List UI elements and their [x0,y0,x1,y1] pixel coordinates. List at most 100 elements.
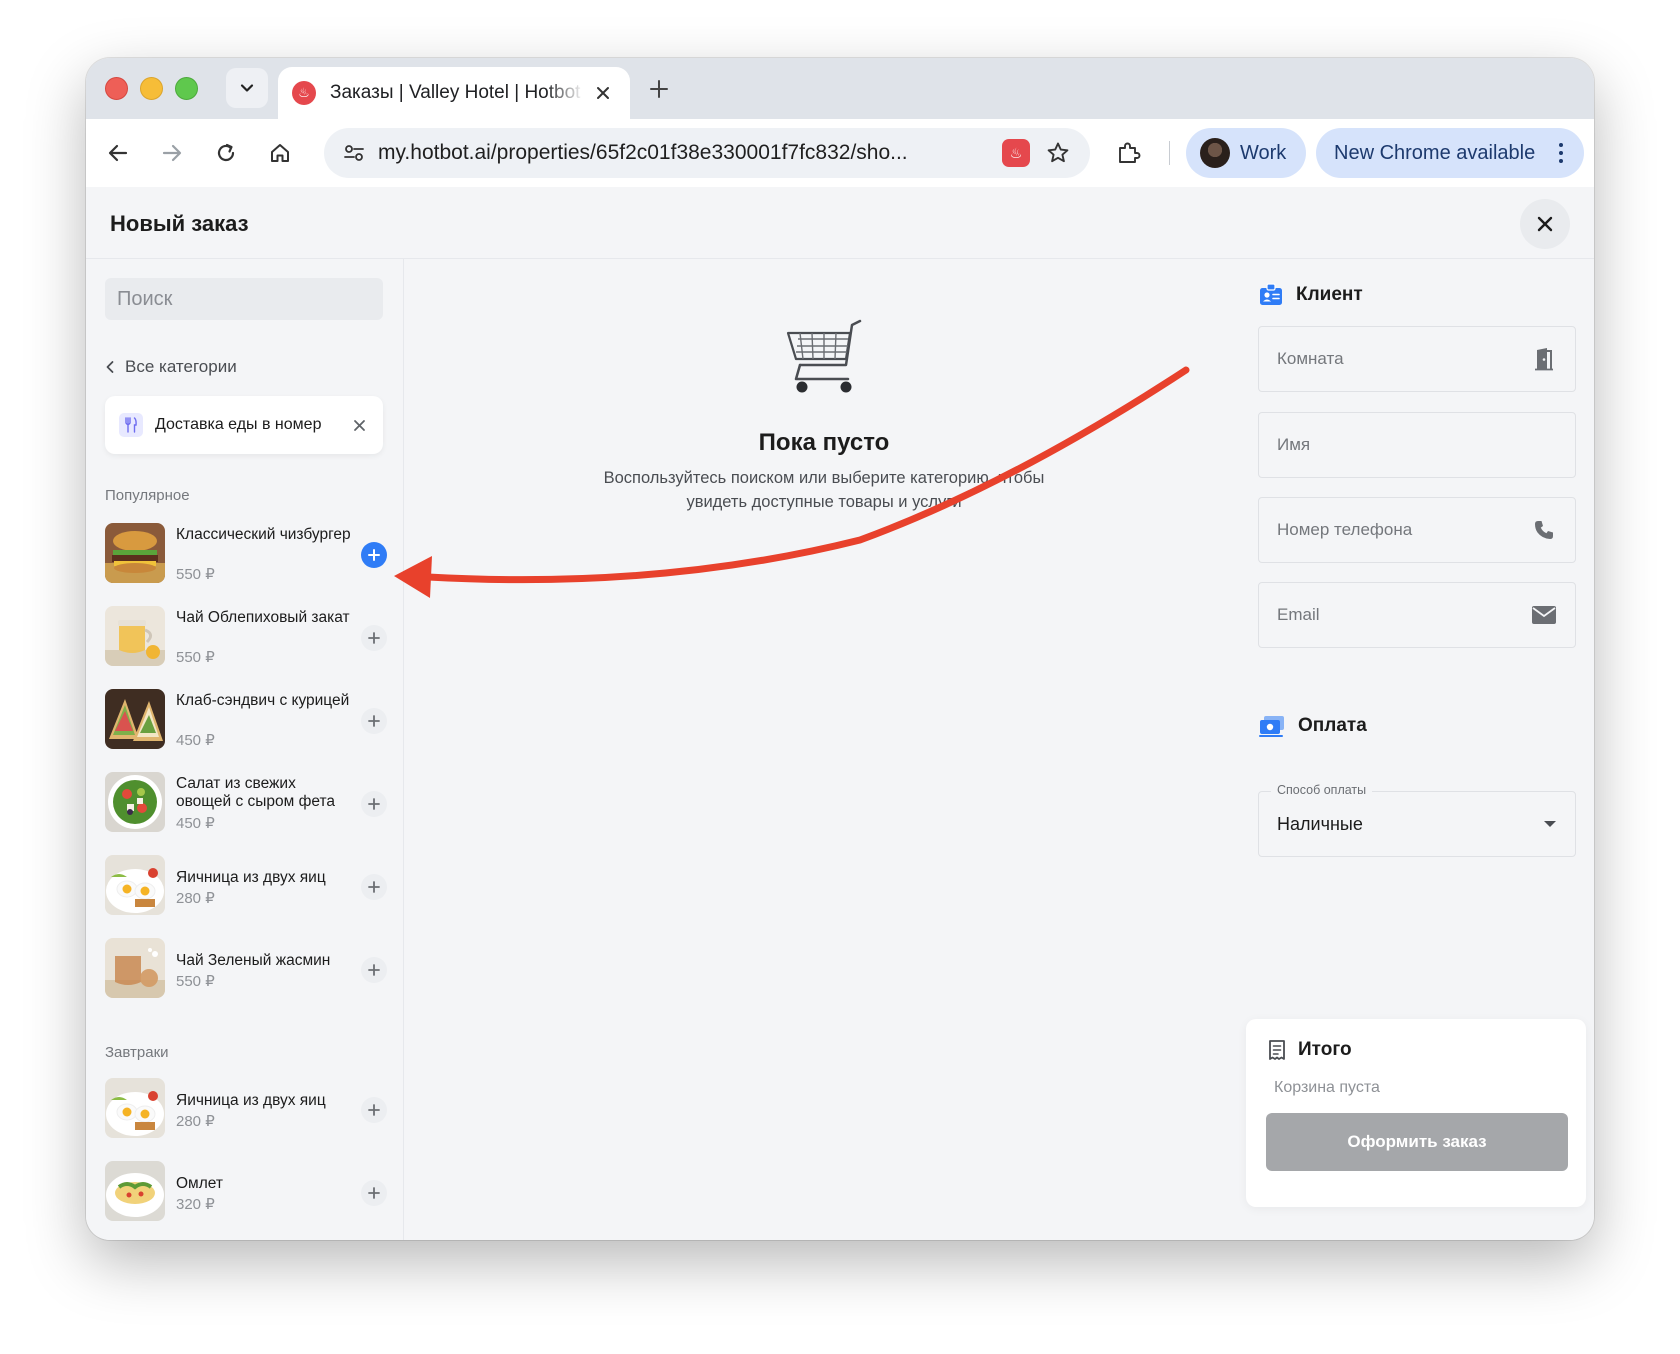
new-order-modal: Новый заказ Все категории Доставка еды в… [86,187,1594,1240]
item-name: Омлет [176,1175,223,1192]
client-section-title: Клиент [1258,282,1363,308]
payment-method-select[interactable]: Способ оплаты Наличные [1258,783,1576,857]
kebab-menu-icon[interactable] [1548,143,1574,163]
tab-search-button[interactable] [226,68,268,108]
item-name: Яичница из двух яиц [176,869,326,886]
room-field [1258,326,1576,392]
add-item-button[interactable] [361,1097,387,1123]
summary-title-row: Итого [1268,1039,1352,1061]
item-price: 320 ₽ [176,1196,215,1213]
plus-icon [368,549,380,561]
add-item-button[interactable] [361,708,387,734]
maximize-window-button[interactable] [175,77,198,100]
checkout-button[interactable]: Оформить заказ [1266,1113,1568,1171]
summary-title: Итого [1298,1039,1352,1060]
add-item-button[interactable] [361,542,387,568]
tune-icon [344,145,364,161]
bookmark-star-button[interactable] [1044,139,1072,167]
new-tab-button[interactable] [642,72,676,106]
forward-button[interactable] [154,135,190,171]
profile-button[interactable]: Work [1186,128,1306,178]
home-icon [271,144,289,162]
plus-icon [368,632,380,644]
item-name: Чай Облепиховый закат [176,609,350,626]
chevron-down-icon [240,84,254,92]
close-window-button[interactable] [105,77,128,100]
cart-empty-label: Корзина пуста [1274,1079,1380,1096]
selected-category-chip[interactable]: Доставка еды в номер [105,396,383,454]
email-field [1258,582,1576,648]
minimize-window-button[interactable] [140,77,163,100]
tab-title: Заказы | Valley Hotel | Hotbot [330,82,581,103]
client-title: Клиент [1296,284,1363,305]
item-name: Клаб-сэндвич с курицей [176,692,350,709]
puzzle-icon [1119,142,1141,163]
eggs-thumbnail [105,1078,165,1138]
browser-tab-active[interactable]: ♨ Заказы | Valley Hotel | Hotbot [278,67,630,119]
modal-close-button[interactable] [1520,199,1570,249]
tab-close-button[interactable] [590,80,616,106]
site-info-button[interactable] [330,128,378,178]
all-categories-link[interactable]: Все категории [105,357,237,377]
all-categories-label: Все категории [125,357,237,376]
room-input[interactable] [1277,349,1531,369]
plus-icon [368,881,380,893]
home-button[interactable] [262,135,298,171]
caret-down-icon [1544,821,1556,827]
phone-input[interactable] [1277,520,1531,540]
chevron-left-icon [106,361,114,373]
email-input[interactable] [1277,605,1531,625]
add-item-button[interactable] [361,791,387,817]
chrome-update-button[interactable]: New Chrome available [1316,128,1584,178]
modal-header: Новый заказ [86,187,1594,259]
list-item: Клаб-сэндвич с курицей 450 ₽ [105,689,387,753]
order-details-panel: Клиент Комната Имя Номер телефона Email … [1244,259,1594,1240]
remove-category-button[interactable] [349,415,369,435]
reload-button[interactable] [208,135,244,171]
item-name: Яичница из двух яиц [176,1092,326,1109]
close-icon [1537,216,1553,232]
payment-method-label: Способ оплаты [1271,783,1373,797]
eggs-thumbnail [105,855,165,915]
list-item: Классический чизбургер 550 ₽ [105,523,387,587]
omelette-thumbnail [105,1161,165,1221]
selected-category-label: Доставка еды в номер [155,416,322,433]
plus-icon [368,1187,380,1199]
shopping-cart-icon [786,319,862,393]
back-button[interactable] [100,135,136,171]
search-input[interactable] [117,287,382,311]
plus-icon [368,715,380,727]
empty-cart-title: Пока пусто [758,429,890,456]
list-item: Чай Облепиховый закат 550 ₽ [105,606,387,670]
arrow-right-icon [162,144,182,162]
add-item-button[interactable] [361,625,387,651]
browser-window: ♨ Заказы | Valley Hotel | Hotbot my.hotb… [86,58,1594,1240]
close-icon [597,87,609,99]
name-input[interactable] [1277,435,1557,455]
item-price: 550 ₽ [176,973,215,990]
reload-icon [217,143,235,162]
add-item-button[interactable] [361,874,387,900]
door-icon [1531,346,1557,372]
order-summary-card: Итого Корзина пуста Оформить заказ [1246,1019,1586,1207]
url-text[interactable]: my.hotbot.ai/properties/65f2c01f38e33000… [378,141,992,165]
toolbar-separator [1169,141,1170,165]
plus-icon [368,1104,380,1116]
name-field [1258,412,1576,478]
avatar [1200,138,1230,168]
browser-toolbar: my.hotbot.ai/properties/65f2c01f38e33000… [86,119,1594,187]
hotbot-extension-icon[interactable]: ♨ [1002,139,1030,167]
extensions-button[interactable] [1110,135,1146,171]
section-title-popular: Популярное [105,487,190,504]
add-item-button[interactable] [361,957,387,983]
cart-panel: Пока пусто Воспользуйтесь поиском или вы… [404,259,1244,1240]
list-item: Яичница из двух яиц 280 ₽ [105,1078,387,1142]
list-item: Чай Зеленый жасмин 550 ₽ [105,938,387,1002]
address-bar[interactable]: my.hotbot.ai/properties/65f2c01f38e33000… [324,128,1090,178]
salad-thumbnail [105,772,165,832]
add-item-button[interactable] [361,1180,387,1206]
tab-strip: ♨ Заказы | Valley Hotel | Hotbot [86,58,1594,119]
list-item: Салат из свежих овощей с сыром фета 450 … [105,772,387,836]
section-title-breakfast: Завтраки [105,1044,169,1061]
update-label: New Chrome available [1334,141,1536,164]
